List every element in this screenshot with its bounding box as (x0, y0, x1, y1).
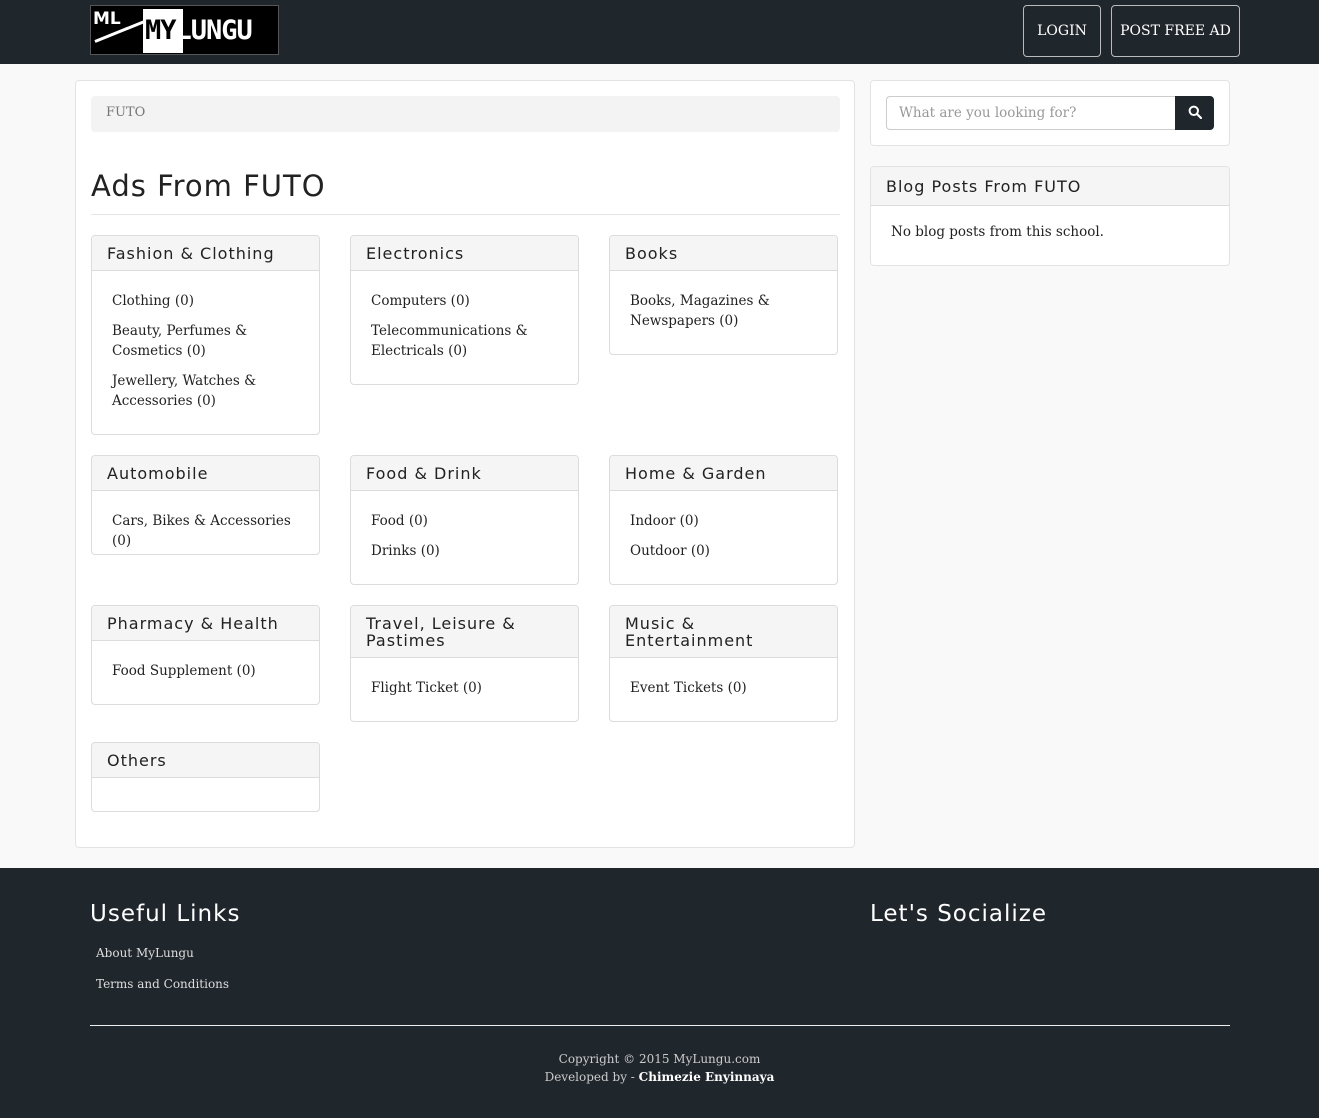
category-link[interactable]: Telecommunications & Electricals (0) (371, 321, 558, 361)
category-link[interactable]: Computers (0) (371, 291, 558, 311)
category-card: Automobile Cars, Bikes & Accessories (0) (91, 455, 320, 555)
search-icon (1188, 104, 1202, 123)
site-logo[interactable]: ML MYLUNGU (90, 5, 279, 55)
category-link[interactable]: Beauty, Perfumes & Cosmetics (0) (112, 321, 299, 361)
category-link[interactable]: Drinks (0) (371, 541, 558, 561)
developer-name[interactable]: Chimezie Enyinnaya (639, 1070, 775, 1084)
logo-my-text: MY (145, 15, 177, 46)
category-card: Electronics Computers (0) Telecommunicat… (350, 235, 579, 385)
category-card: Music & Entertainment Event Tickets (0) (609, 605, 838, 722)
footer-link-terms[interactable]: Terms and Conditions (96, 977, 229, 991)
category-link[interactable]: Indoor (0) (630, 511, 817, 531)
useful-links-heading: Useful Links (90, 901, 241, 927)
breadcrumb: FUTO (91, 96, 840, 132)
logo-lungu-text: LUNGU (175, 15, 253, 46)
blog-panel-title: Blog Posts From FUTO (871, 167, 1229, 206)
logo-ml-text: ML (93, 9, 121, 29)
category-card: Others (91, 742, 320, 812)
category-list: Event Tickets (0) (610, 658, 837, 720)
footer-link-about[interactable]: About MyLungu (96, 946, 194, 960)
category-link[interactable]: Flight Ticket (0) (371, 678, 558, 698)
category-list: Cars, Bikes & Accessories (0) (92, 491, 319, 554)
category-list: Flight Ticket (0) (351, 658, 578, 720)
breadcrumb-item[interactable]: FUTO (106, 105, 145, 120)
category-card: Fashion & Clothing Clothing (0) Beauty, … (91, 235, 320, 435)
logo-wordmark: MYLUNGU (145, 15, 253, 46)
category-title: Music & Entertainment (610, 606, 837, 658)
copyright-text: Copyright © 2015 MyLungu.com (558, 1052, 761, 1066)
main-panel: FUTO Ads From FUTO Fashion & Clothing Cl… (75, 80, 855, 848)
category-list: Indoor (0) Outdoor (0) (610, 491, 837, 583)
footer-divider (90, 1025, 1230, 1026)
title-divider (91, 214, 840, 215)
socialize-heading: Let's Socialize (870, 901, 1047, 927)
category-card: Travel, Leisure & Pastimes Flight Ticket… (350, 605, 579, 722)
category-title: Home & Garden (610, 456, 837, 491)
developer-credit: Developed by - Chimezie Enyinnaya (0, 1070, 1319, 1084)
category-card: Home & Garden Indoor (0) Outdoor (0) (609, 455, 838, 585)
blog-empty-text: No blog posts from this school. (891, 224, 1104, 240)
category-card: Books Books, Magazines & Newspapers (0) (609, 235, 838, 355)
search-button[interactable] (1175, 96, 1214, 130)
category-title: Travel, Leisure & Pastimes (351, 606, 578, 658)
footer: Useful Links About MyLungu Terms and Con… (0, 868, 1319, 1118)
navbar: ML MYLUNGU LOGIN POST FREE AD (0, 0, 1319, 64)
category-list: Food Supplement (0) (92, 641, 319, 703)
category-link[interactable]: Outdoor (0) (630, 541, 817, 561)
category-title: Automobile (92, 456, 319, 491)
category-list (92, 778, 319, 810)
category-link[interactable]: Jewellery, Watches & Accessories (0) (112, 371, 299, 411)
category-list: Computers (0) Telecommunications & Elect… (351, 271, 578, 383)
category-title: Fashion & Clothing (92, 236, 319, 271)
page-title: Ads From FUTO (91, 169, 326, 203)
search-panel (870, 80, 1230, 146)
blog-panel: Blog Posts From FUTO No blog posts from … (870, 166, 1230, 266)
category-link[interactable]: Cars, Bikes & Accessories (0) (112, 511, 299, 551)
category-list: Food (0) Drinks (0) (351, 491, 578, 583)
category-link[interactable]: Food Supplement (0) (112, 661, 299, 681)
post-free-ad-button[interactable]: POST FREE AD (1111, 5, 1240, 57)
category-title: Pharmacy & Health (92, 606, 319, 641)
category-card: Pharmacy & Health Food Supplement (0) (91, 605, 320, 705)
category-title: Others (92, 743, 319, 778)
developed-by-label: Developed by - (544, 1070, 639, 1084)
category-list: Clothing (0) Beauty, Perfumes & Cosmetic… (92, 271, 319, 433)
category-link[interactable]: Event Tickets (0) (630, 678, 817, 698)
category-list: Books, Magazines & Newspapers (0) (610, 271, 837, 353)
category-link[interactable]: Food (0) (371, 511, 558, 531)
category-card: Food & Drink Food (0) Drinks (0) (350, 455, 579, 585)
category-title: Books (610, 236, 837, 271)
category-link[interactable]: Books, Magazines & Newspapers (0) (630, 291, 817, 331)
search-input[interactable] (886, 96, 1176, 130)
category-title: Food & Drink (351, 456, 578, 491)
login-button[interactable]: LOGIN (1023, 5, 1101, 57)
category-link[interactable]: Clothing (0) (112, 291, 299, 311)
category-title: Electronics (351, 236, 578, 271)
